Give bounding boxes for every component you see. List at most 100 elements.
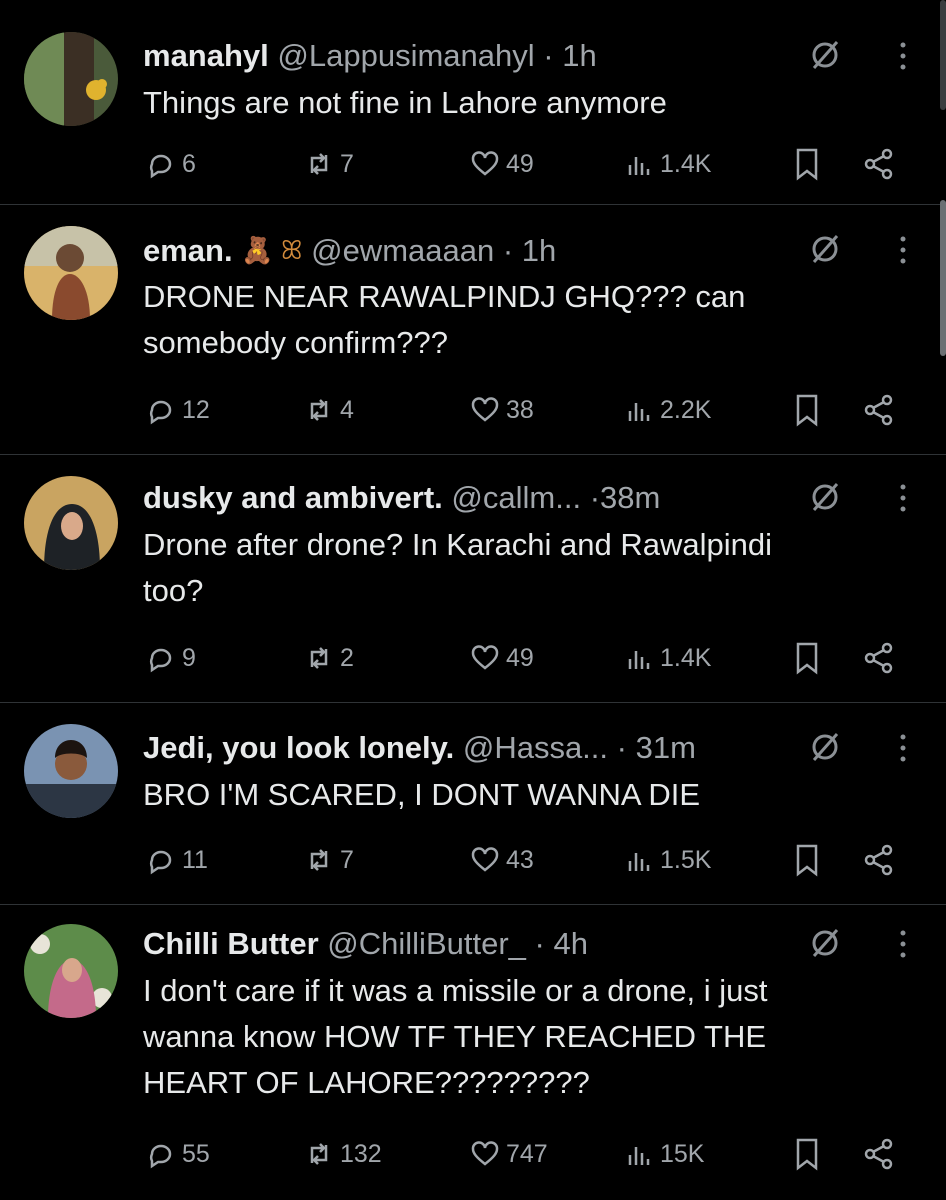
tweet-text-line: HEART OF LAHORE?????????	[143, 1065, 590, 1100]
tweet[interactable]: eman. 🧸 ꕤ @ewmaaaan · 1h DRONE NEAR RAWA…	[0, 226, 946, 436]
views-bar-icon	[628, 853, 650, 871]
tweet-text: Things are not fine in Lahore anymore	[143, 80, 918, 126]
timestamp[interactable]: ·38m	[590, 480, 661, 515]
heart-icon	[471, 847, 499, 872]
tweet-text: I don't care if it was a missile or a dr…	[143, 968, 918, 1106]
bookmark-icon[interactable]	[790, 640, 824, 676]
like-count: 747	[506, 1139, 548, 1168]
view-count: 1.4K	[660, 149, 712, 178]
reply-button[interactable]: 11	[146, 840, 208, 880]
avatar[interactable]	[24, 32, 118, 126]
repost-button[interactable]: 7	[304, 144, 354, 184]
tweet[interactable]: dusky and ambivert. @callm... ·38m Drone…	[0, 474, 946, 684]
bookmark-icon[interactable]	[790, 392, 824, 428]
share-icon[interactable]	[862, 842, 896, 878]
more-options-icon[interactable]	[896, 928, 910, 960]
reply-button[interactable]: 6	[146, 144, 196, 184]
reply-button[interactable]: 55	[146, 1134, 210, 1174]
timestamp[interactable]: · 1h	[503, 233, 556, 268]
reply-icon	[149, 154, 172, 179]
grok-icon[interactable]	[808, 480, 842, 514]
scrollbar-track[interactable]	[940, 0, 946, 110]
more-options-icon[interactable]	[896, 40, 910, 72]
views-button[interactable]: 15K	[624, 1134, 704, 1174]
repost-button[interactable]: 4	[304, 390, 354, 430]
display-name[interactable]: eman.	[143, 233, 233, 268]
tweet[interactable]: Chilli Butter @ChilliButter_ · 4h I don'…	[0, 920, 946, 1190]
timestamp[interactable]: · 4h	[535, 926, 588, 961]
grok-icon[interactable]	[808, 38, 842, 72]
tweet-text-line: DRONE NEAR RAWALPINDJ GHQ??? can	[143, 279, 746, 314]
repost-button[interactable]: 2	[304, 638, 354, 678]
display-name[interactable]: Chilli Butter	[143, 926, 319, 961]
heart-icon	[471, 645, 499, 670]
repost-button[interactable]: 7	[304, 840, 354, 880]
tweet-divider	[0, 454, 946, 455]
like-button[interactable]: 38	[470, 390, 534, 430]
tweet[interactable]: manahyl @Lappusimanahyl · 1h Things are …	[0, 32, 946, 202]
like-count: 49	[506, 149, 534, 178]
views-button[interactable]: 1.4K	[624, 144, 711, 184]
tweet-actions: 12 4 38 2.2K	[0, 390, 946, 430]
like-button[interactable]: 747	[470, 1134, 548, 1174]
reply-count: 55	[182, 1139, 210, 1168]
share-icon[interactable]	[862, 1136, 896, 1172]
like-button[interactable]: 49	[470, 638, 534, 678]
timeline-feed: manahyl @Lappusimanahyl · 1h Things are …	[0, 0, 946, 1200]
view-count: 1.5K	[660, 845, 712, 874]
repost-button[interactable]: 132	[304, 1134, 382, 1174]
views-button[interactable]: 1.5K	[624, 840, 711, 880]
reply-icon	[149, 850, 172, 875]
share-icon[interactable]	[862, 640, 896, 676]
user-handle[interactable]: @callm...	[451, 480, 581, 515]
grok-icon[interactable]	[808, 730, 842, 764]
user-handle[interactable]: @Lappusimanahyl	[277, 38, 534, 73]
avatar-flowers-icon	[24, 924, 118, 1018]
tweet-text-line: somebody confirm???	[143, 325, 448, 360]
display-name[interactable]: Jedi, you look lonely.	[143, 730, 454, 765]
views-button[interactable]: 2.2K	[624, 390, 711, 430]
reply-icon	[149, 1144, 172, 1169]
like-button[interactable]: 43	[470, 840, 534, 880]
reply-button[interactable]: 12	[146, 390, 210, 430]
bookmark-icon[interactable]	[790, 146, 824, 182]
like-button[interactable]: 49	[470, 144, 534, 184]
like-count: 38	[506, 395, 534, 424]
repost-icon	[310, 849, 328, 871]
user-handle[interactable]: @ewmaaaan	[311, 233, 494, 268]
grok-icon[interactable]	[808, 232, 842, 266]
views-button[interactable]: 1.4K	[624, 638, 711, 678]
tweet-text: BRO I'M SCARED, I DONT WANNA DIE	[143, 772, 918, 818]
scrollbar-thumb[interactable]	[940, 200, 946, 356]
display-name[interactable]: manahyl	[143, 38, 269, 73]
more-options-icon[interactable]	[896, 732, 910, 764]
timestamp[interactable]: · 31m	[617, 730, 696, 765]
tweet[interactable]: Jedi, you look lonely. @Hassa... · 31m B…	[0, 724, 946, 884]
bookmark-icon[interactable]	[790, 842, 824, 878]
avatar[interactable]	[24, 476, 118, 570]
avatar-tree-bird-icon	[24, 32, 118, 126]
grok-icon[interactable]	[808, 926, 842, 960]
tweet-actions: 9 2 49 1.4K	[0, 638, 946, 678]
user-handle[interactable]: @ChilliButter_	[327, 926, 526, 961]
avatar[interactable]	[24, 724, 118, 818]
timestamp[interactable]: · 1h	[543, 38, 596, 73]
tweet-text: DRONE NEAR RAWALPINDJ GHQ??? can somebod…	[143, 274, 918, 366]
reply-button[interactable]: 9	[146, 638, 196, 678]
repost-icon	[310, 399, 328, 421]
share-icon[interactable]	[862, 146, 896, 182]
tweet-text-line: BRO I'M SCARED, I DONT WANNA DIE	[143, 777, 701, 812]
reply-count: 11	[182, 845, 208, 874]
user-handle[interactable]: @Hassa...	[463, 730, 608, 765]
avatar[interactable]	[24, 924, 118, 1018]
display-name[interactable]: dusky and ambivert.	[143, 480, 443, 515]
tweet-text-line: Things are not fine in Lahore anymore	[143, 85, 667, 120]
avatar[interactable]	[24, 226, 118, 320]
tweet-actions: 11 7 43 1.5K	[0, 840, 946, 880]
more-options-icon[interactable]	[896, 482, 910, 514]
more-options-icon[interactable]	[896, 234, 910, 266]
tweet-text: Drone after drone? In Karachi and Rawalp…	[143, 522, 918, 614]
heart-icon	[471, 151, 499, 176]
share-icon[interactable]	[862, 392, 896, 428]
bookmark-icon[interactable]	[790, 1136, 824, 1172]
